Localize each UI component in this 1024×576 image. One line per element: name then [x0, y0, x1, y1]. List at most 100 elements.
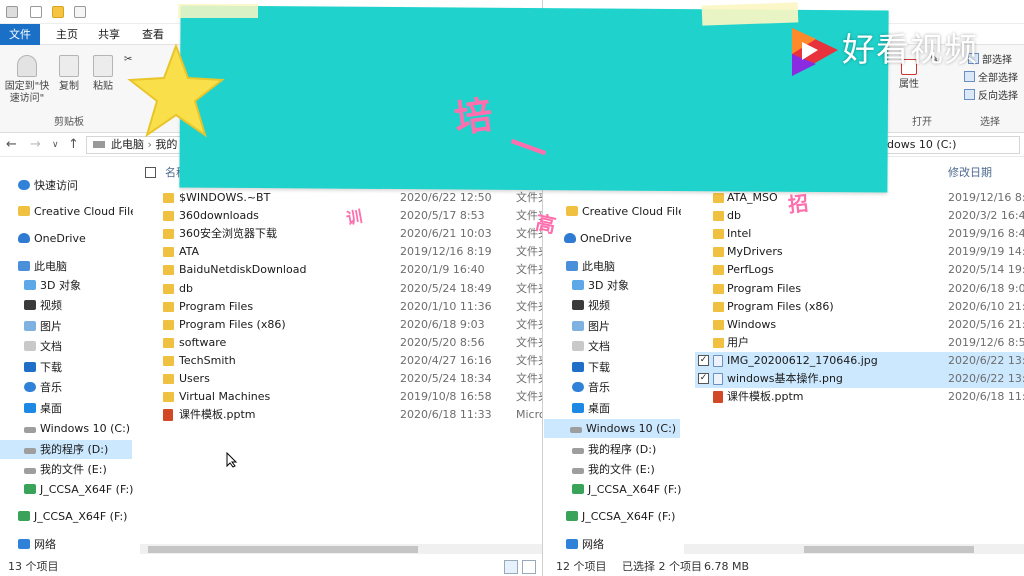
nav-item[interactable]: 文档	[544, 337, 680, 356]
file-row[interactable]: MyDrivers 2019/9/19 14:3	[681, 243, 1024, 261]
scroll-thumb[interactable]	[804, 546, 974, 553]
tab-home[interactable]: 主页	[50, 24, 84, 45]
folder-icon	[713, 247, 724, 258]
scroll-thumb[interactable]	[148, 546, 418, 553]
tab-file[interactable]: 文件	[0, 24, 40, 45]
nav-item[interactable]: 我的程序 (D:)	[0, 440, 132, 459]
file-row[interactable]: BaiduNetdiskDownload 2020/1/9 16:40 文件夹	[133, 261, 542, 279]
nav-item[interactable]: 视频	[544, 296, 680, 315]
file-row[interactable]: 课件模板.pptm 2020/6/18 11:3	[681, 388, 1024, 406]
nav-item[interactable]: 网络	[544, 535, 680, 554]
nav-item-label: 图片	[588, 320, 610, 333]
computer-icon	[566, 261, 578, 271]
file-row[interactable]: db 2020/3/2 16:40	[681, 207, 1024, 225]
nav-item[interactable]: OneDrive	[544, 229, 680, 248]
nav-item-label: Windows 10 (C:)	[586, 422, 677, 435]
nav-item[interactable]: 文档	[0, 337, 132, 356]
file-row[interactable]: PerfLogs 2020/5/14 19:3	[681, 261, 1024, 279]
nav-item[interactable]: 网络	[0, 535, 132, 554]
nav-item[interactable]: 我的程序 (D:)	[544, 440, 680, 459]
nav-item[interactable]: 3D 对象	[0, 276, 132, 295]
nav-item[interactable]: 此电脑	[544, 257, 680, 276]
folder-icon	[163, 301, 174, 312]
file-date: 2020/3/2 16:40	[948, 209, 1024, 223]
file-name: windows基本操作.png	[727, 372, 843, 385]
properties-icon[interactable]	[30, 6, 42, 18]
back-arrow-icon[interactable]: ←	[6, 137, 17, 152]
select-all-checkbox[interactable]	[145, 167, 156, 178]
nav-item[interactable]: 快速访问	[0, 176, 132, 195]
row-checkbox[interactable]: ✓	[698, 373, 709, 384]
nav-item-label: 此电脑	[582, 260, 615, 273]
horizontal-scrollbar[interactable]	[140, 544, 542, 554]
file-row[interactable]: $WINDOWS.~BT 2020/6/22 12:50 文件夹	[133, 189, 542, 207]
nav-item[interactable]: Windows 10 (C:)	[0, 419, 132, 438]
nav-item[interactable]: 桌面	[0, 399, 132, 418]
new-folder-icon[interactable]	[52, 6, 64, 18]
file-row[interactable]: 课件模板.pptm 2020/6/18 11:33 Micro	[133, 406, 542, 424]
tiles-view-icon[interactable]	[522, 560, 536, 574]
nav-item[interactable]: J_CCSA_X64F (F:)	[0, 480, 133, 499]
chevron-down-icon[interactable]: ∨	[52, 140, 59, 150]
customize-toolbar-icon[interactable]	[74, 6, 86, 18]
file-date: 2020/1/9 16:40	[400, 263, 485, 277]
file-row[interactable]: ✓ windows基本操作.png 2020/6/22 13:3	[695, 370, 1024, 388]
tab-share[interactable]: 共享	[92, 24, 126, 45]
drive-icon[interactable]	[6, 6, 18, 18]
nav-item[interactable]: 桌面	[544, 399, 680, 418]
file-row[interactable]: ATA 2019/12/16 8:19 文件夹	[133, 243, 542, 261]
haokan-video-logo-icon	[792, 28, 838, 76]
file-name: Users	[179, 372, 210, 385]
copy-button[interactable]: 复制	[56, 55, 82, 93]
horizontal-scrollbar[interactable]	[684, 544, 1024, 554]
file-row[interactable]: Users 2020/5/24 18:34 文件夹	[133, 370, 542, 388]
nav-item[interactable]: 下载	[0, 358, 132, 377]
file-row[interactable]: TechSmith 2020/4/27 16:16 文件夹	[133, 352, 542, 370]
nav-item[interactable]: J_CCSA_X64F (F:)	[544, 507, 680, 526]
nav-item[interactable]: 图片	[0, 317, 132, 336]
nav-item[interactable]: OneDrive	[0, 229, 132, 248]
file-name: 用户	[727, 335, 749, 349]
file-row[interactable]: db 2020/5/24 18:49 文件夹	[133, 280, 542, 298]
nav-item[interactable]: Creative Cloud Files	[544, 202, 691, 221]
file-row[interactable]: 用户 2019/12/6 8:58	[681, 334, 1024, 352]
up-arrow-icon[interactable]: ↑	[68, 137, 79, 152]
file-row[interactable]: software 2020/5/20 8:56 文件夹	[133, 334, 542, 352]
nav-item[interactable]: 下载	[544, 358, 680, 377]
folder-icon	[163, 374, 174, 384]
nav-item[interactable]: Creative Cloud Files	[0, 202, 143, 221]
forward-arrow-icon[interactable]: →	[30, 137, 41, 152]
nav-item[interactable]: J_CCSA_X64F (F:)	[544, 480, 681, 499]
nav-item[interactable]: 此电脑	[0, 257, 132, 276]
details-view-icon[interactable]	[504, 560, 518, 574]
file-row[interactable]: Program Files 2020/6/18 9:01	[681, 280, 1024, 298]
file-row[interactable]: Windows 2020/5/16 21:0	[681, 316, 1024, 334]
nav-item[interactable]: 我的文件 (E:)	[544, 460, 680, 479]
file-row[interactable]: Virtual Machines 2019/10/8 16:58 文件夹	[133, 388, 542, 406]
row-checkbox[interactable]: ✓	[698, 354, 709, 366]
paste-button[interactable]: 粘贴	[90, 55, 116, 93]
nav-item[interactable]: J_CCSA_X64F (F:)	[0, 507, 132, 526]
nav-item[interactable]: 音乐	[0, 378, 132, 397]
select-all-button[interactable]: 全部选择	[964, 71, 1018, 85]
file-row[interactable]: Intel 2019/9/16 8:40	[681, 225, 1024, 243]
file-row[interactable]: ✓ IMG_20200612_170646.jpg 2020/6/22 13:2	[695, 351, 1024, 370]
invert-selection-button[interactable]: 反向选择	[964, 89, 1018, 103]
nav-item[interactable]: 音乐	[544, 378, 680, 397]
pin-to-quick-access-button[interactable]: 固定到"快速访问"	[4, 55, 50, 105]
nav-item[interactable]: Windows 10 (C:)	[544, 419, 680, 438]
nav-item[interactable]: 我的文件 (E:)	[0, 460, 132, 479]
nav-item-label: 音乐	[40, 381, 62, 394]
file-name: software	[179, 335, 227, 349]
file-row[interactable]: Program Files (x86) 2020/6/10 21:3	[681, 298, 1024, 316]
file-row[interactable]: 360安全浏览器下载2020/6/21 10:03文件夹	[133, 225, 542, 243]
column-date-header[interactable]: 修改日期	[948, 164, 992, 182]
file-row[interactable]: Program Files (x86) 2020/6/18 9:03 文件夹	[133, 316, 542, 334]
file-row[interactable]: 360downloads2020/5/17 8:53文件夹	[133, 207, 542, 225]
nav-item[interactable]: 视频	[0, 296, 132, 315]
drive-icon	[24, 468, 36, 474]
nav-item[interactable]: 3D 对象	[544, 276, 680, 295]
file-row[interactable]: Program Files 2020/1/10 11:36 文件夹	[133, 298, 542, 316]
file-date: 2019/12/6 8:58	[948, 335, 1024, 349]
nav-item[interactable]: 图片	[544, 317, 680, 336]
